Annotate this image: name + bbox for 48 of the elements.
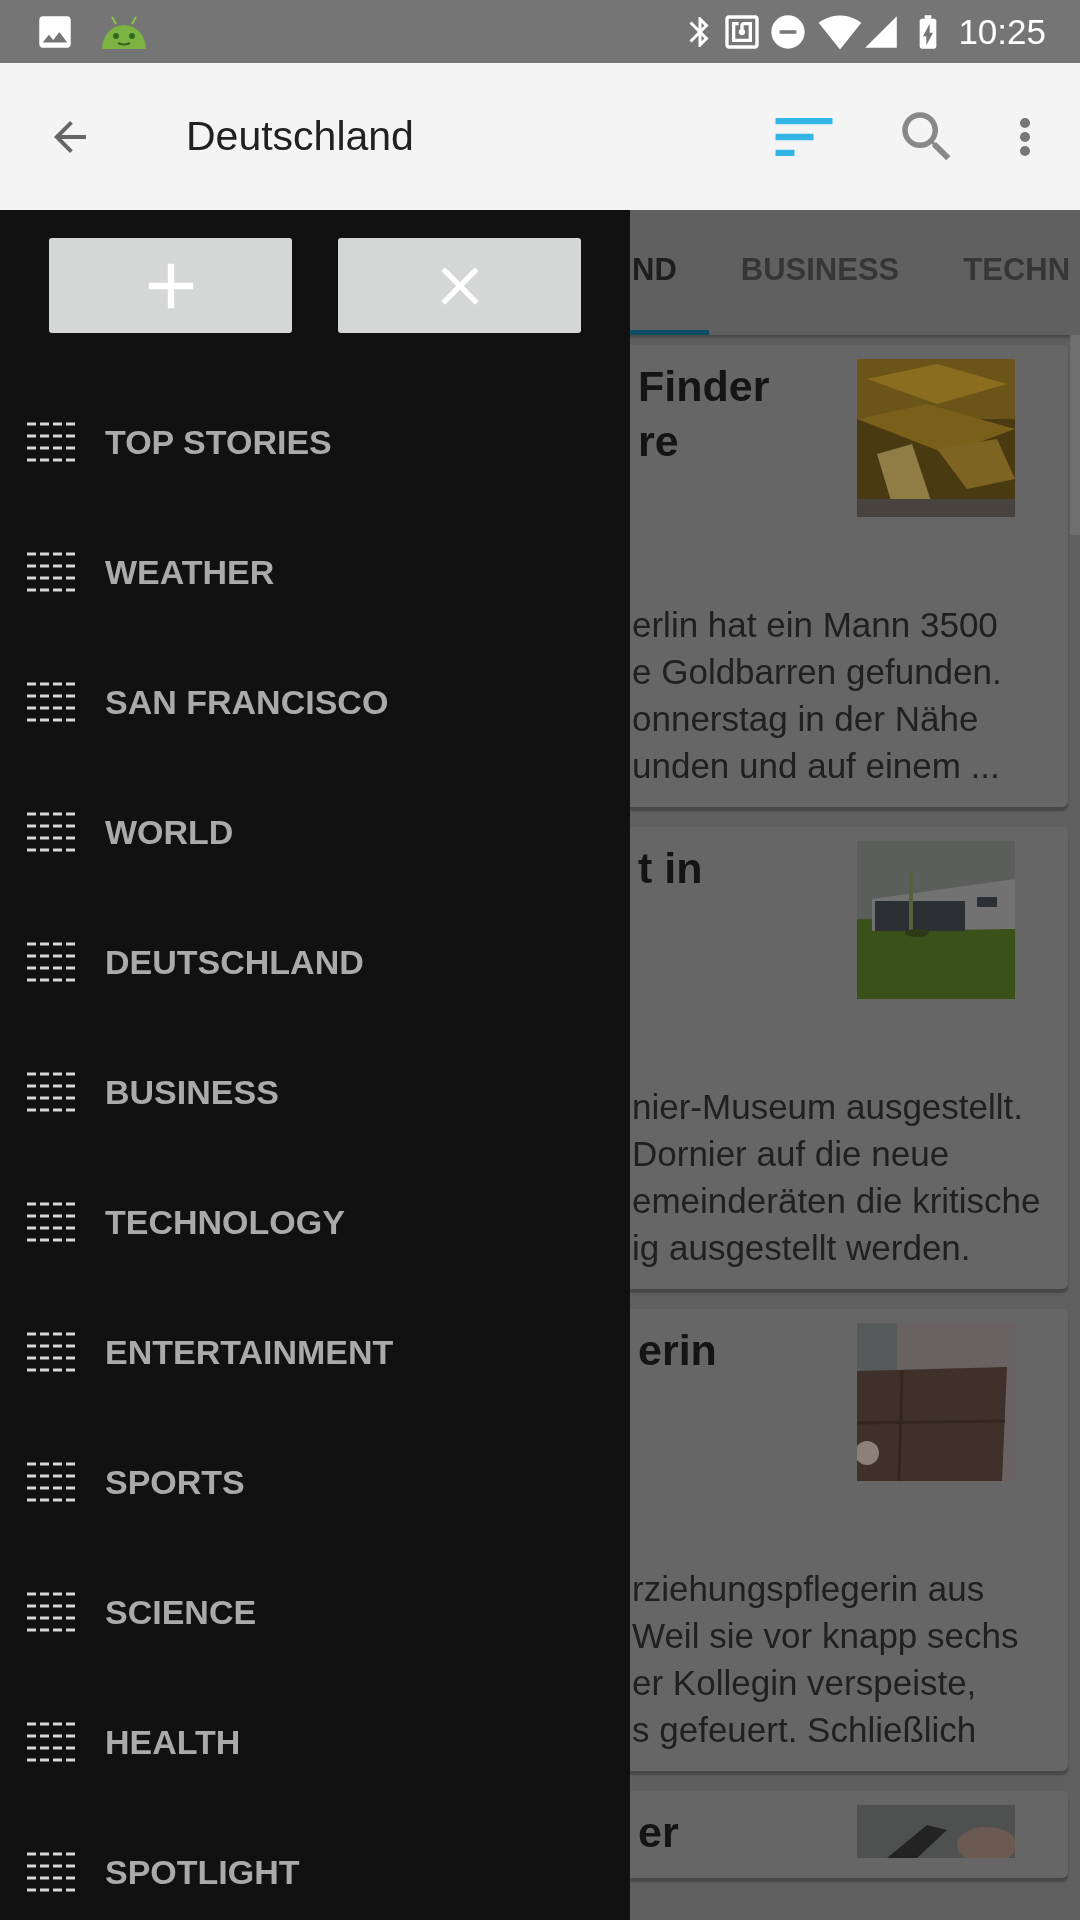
article-summary: onnerstag in der Nähe [632, 698, 980, 740]
list-icon [27, 1332, 75, 1372]
article-summary: rziehungspflegerin aus [632, 1568, 986, 1610]
article-summary: erlin hat ein Mann 3500 [632, 604, 999, 646]
article-title: Finder [638, 361, 771, 412]
article-summary: Weil sie vor knapp sechs [632, 1615, 1020, 1657]
drawer-item[interactable]: TOP STORIES [105, 416, 332, 468]
article-title: erin [638, 1325, 718, 1376]
drawer-item[interactable]: ENTERTAINMENT [105, 1326, 394, 1378]
list-icon [27, 1462, 75, 1502]
drawer-item[interactable]: WEATHER [105, 546, 275, 598]
drawer-item[interactable]: BUSINESS [105, 1066, 279, 1118]
drawer-item[interactable]: SPORTS [105, 1456, 245, 1508]
list-icon [27, 552, 75, 592]
list-icon [27, 1852, 75, 1892]
list-icon [27, 1722, 75, 1762]
article-summary: e Goldbarren gefunden. [632, 651, 1003, 693]
drawer-item[interactable]: WORLD [105, 806, 234, 858]
list-icon [27, 1202, 75, 1242]
android-icon [100, 14, 148, 49]
drawer-item[interactable]: SPOTLIGHT [105, 1846, 300, 1898]
add-button[interactable] [49, 238, 292, 333]
article-title: t in [638, 843, 704, 894]
article-summary: emeinderäten die kritische [632, 1180, 1042, 1222]
close-button[interactable] [338, 238, 581, 333]
more-options-icon [1020, 117, 1030, 156]
drawer-item[interactable]: SCIENCE [105, 1586, 257, 1638]
drawer-item[interactable]: SAN FRANCISCO [105, 676, 389, 728]
clock: 10:25 [958, 14, 1046, 49]
article-title: re [638, 416, 680, 467]
article-summary: nier-Museum ausgestellt. [632, 1086, 1024, 1128]
drawer-item[interactable]: DEUTSCHLAND [105, 936, 364, 988]
list-icon [27, 682, 75, 722]
list-icon [27, 942, 75, 982]
list-icon [27, 812, 75, 852]
list-icon [27, 422, 75, 462]
scrollbar[interactable] [1070, 335, 1080, 535]
article-summary: er Kollegin verspeiste, [632, 1662, 978, 1704]
article-summary: ig ausgestellt werden. [632, 1227, 972, 1269]
article-summary: unden und auf einem ... [632, 745, 1001, 787]
article-summary: s gefeuert. Schließlich [632, 1709, 978, 1751]
toolbar-title: Deutschland [186, 111, 414, 161]
article-summary: Dornier auf die neue [632, 1133, 951, 1175]
article-title: er [638, 1807, 680, 1858]
list-icon [27, 1072, 75, 1112]
drawer-item[interactable]: TECHNOLOGY [105, 1196, 345, 1248]
drawer-item[interactable]: HEALTH [105, 1716, 241, 1768]
list-icon [27, 1592, 75, 1632]
